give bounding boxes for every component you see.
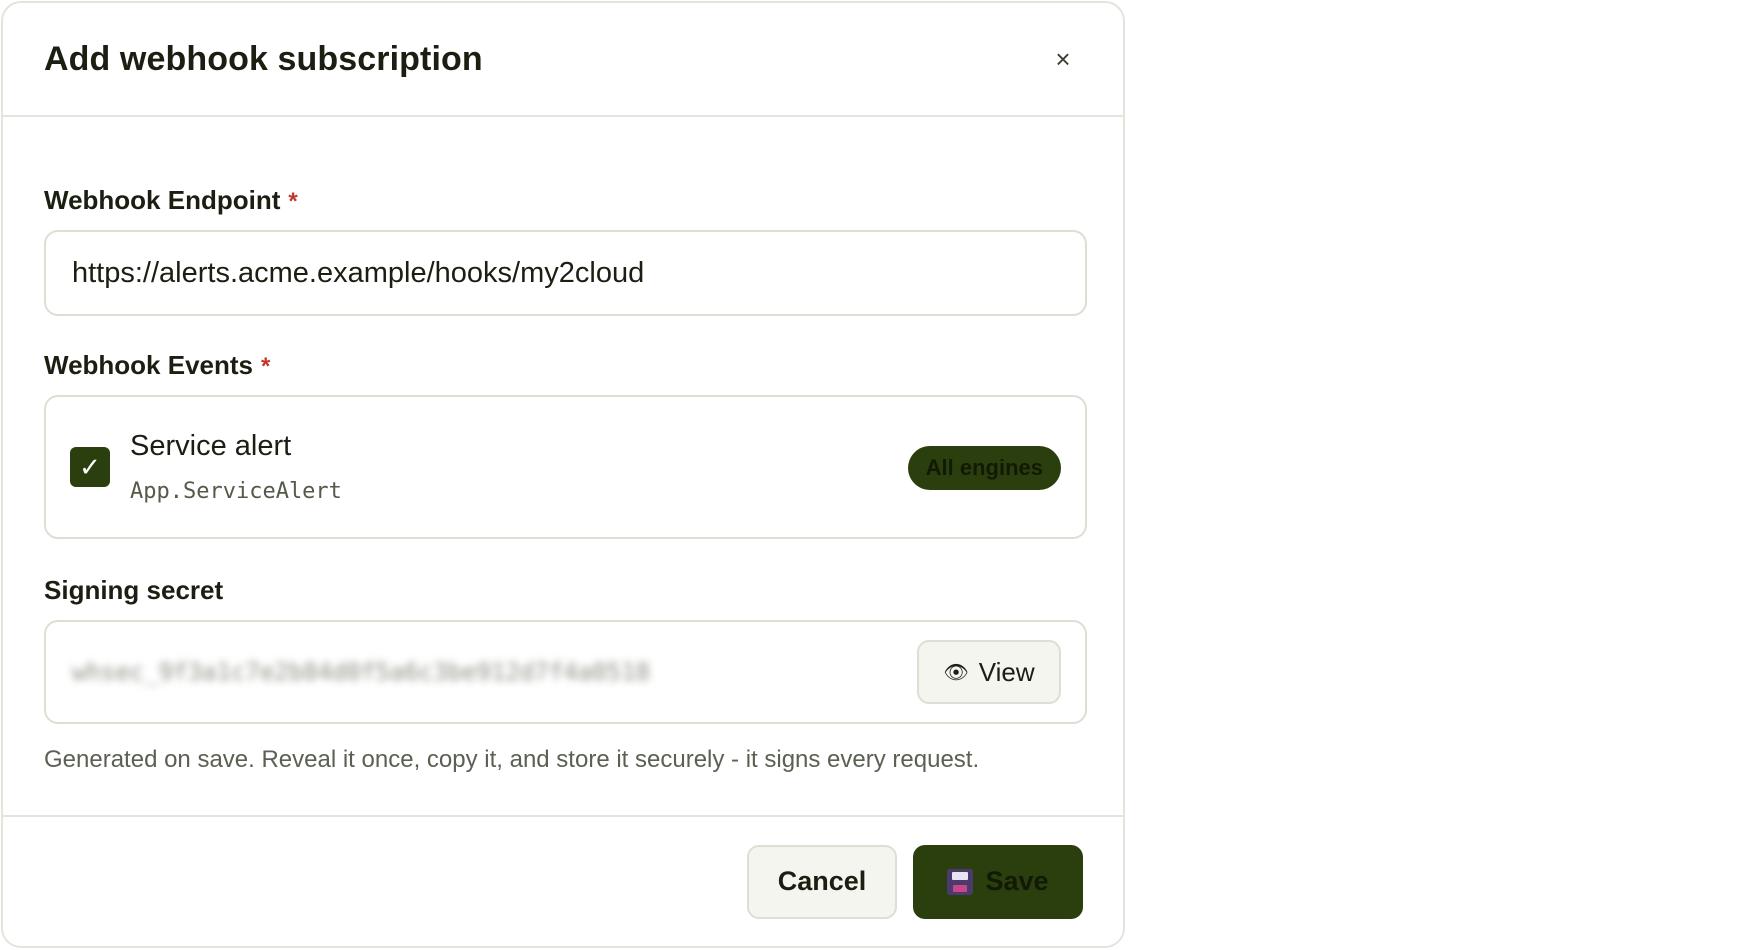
required-marker: * [288, 188, 298, 215]
event-code: App.ServiceAlert [130, 479, 342, 504]
secret-hint: Generated on save. Reveal it once, copy … [44, 746, 980, 773]
eye-icon: 👁 [943, 661, 969, 684]
events-label: Webhook Events * [44, 350, 1082, 381]
webhook-dialog: Add webhook subscription × Webhook Endpo… [1, 1, 1125, 948]
event-checkbox[interactable]: ✓ [70, 447, 110, 487]
checkmark-icon: ✓ [79, 451, 101, 482]
save-button[interactable]: Save [913, 844, 1083, 919]
event-title: Service alert [130, 430, 292, 462]
event-option-service-alert[interactable]: ✓ Service alert App.ServiceAlert All eng… [44, 395, 1087, 539]
secret-masked-value: whsec_9f3a1c7e2b84d0f5a6c3be912d7f4a0518 [72, 658, 650, 686]
dialog-header: Add webhook subscription × [3, 3, 1123, 117]
floppy-disk-icon [947, 868, 974, 895]
secret-label: Signing secret [44, 575, 1082, 606]
endpoint-value: https://alerts.acme.example/hooks/my2clo… [72, 256, 645, 289]
cancel-button[interactable]: Cancel [747, 844, 897, 919]
required-marker: * [261, 353, 271, 380]
secret-label-text: Signing secret [44, 575, 224, 605]
scope-badge: All engines [907, 446, 1061, 490]
endpoint-input[interactable]: https://alerts.acme.example/hooks/my2clo… [44, 230, 1087, 316]
event-text: Service alert App.ServiceAlert [130, 430, 342, 504]
dialog-footer: Cancel Save [3, 815, 1123, 946]
close-button[interactable]: × [1043, 39, 1083, 79]
dialog-title: Add webhook subscription [44, 39, 483, 78]
save-label: Save [985, 866, 1049, 896]
view-secret-button[interactable]: 👁 View [917, 640, 1061, 704]
close-icon: × [1055, 43, 1071, 74]
endpoint-label: Webhook Endpoint * [44, 185, 1082, 216]
endpoint-label-text: Webhook Endpoint [44, 185, 281, 215]
dialog-body: Webhook Endpoint * https://alerts.acme.e… [3, 117, 1123, 774]
secret-field: whsec_9f3a1c7e2b84d0f5a6c3be912d7f4a0518… [44, 620, 1087, 724]
events-label-text: Webhook Events [44, 350, 254, 380]
view-label: View [978, 656, 1035, 687]
